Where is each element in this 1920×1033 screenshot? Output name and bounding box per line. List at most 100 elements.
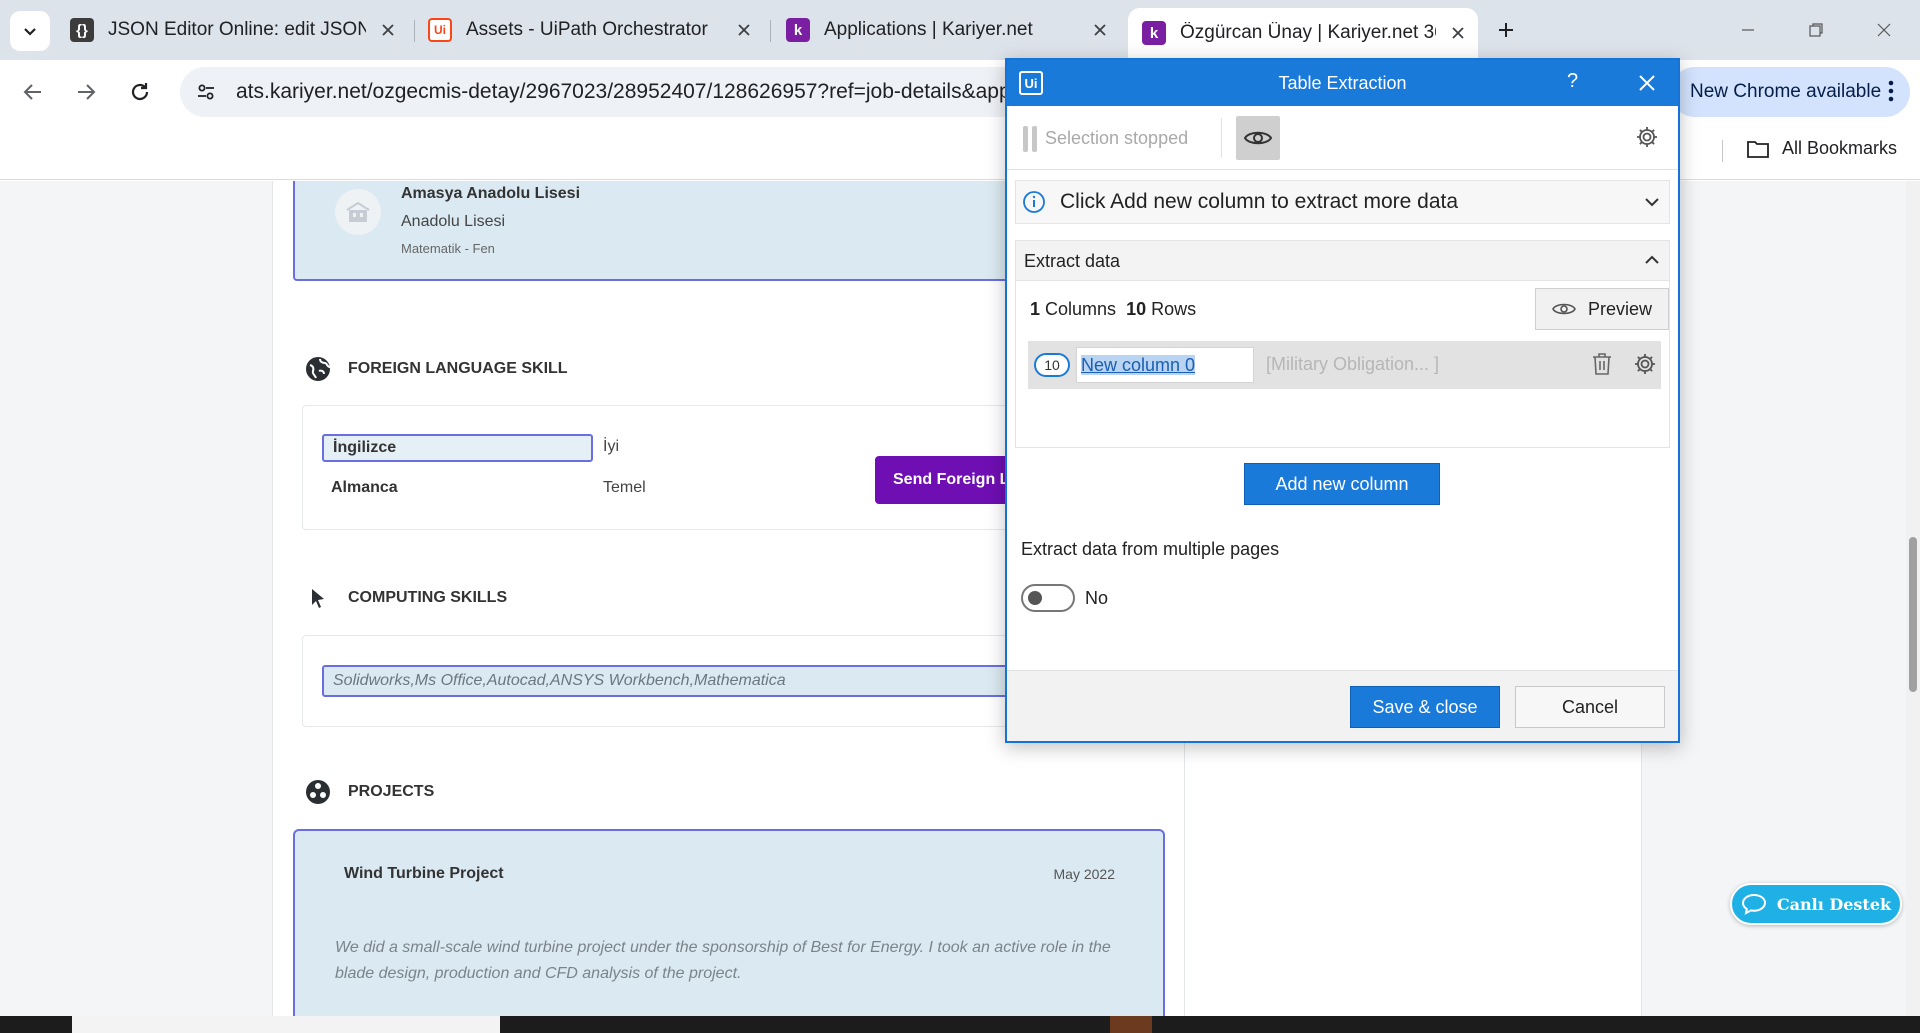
close-icon	[1639, 75, 1655, 91]
save-and-close-button[interactable]: Save & close	[1350, 686, 1500, 728]
send-language-test-button[interactable]: Send Foreign Language Test	[875, 456, 1015, 504]
column-row: 10 New column 0 [Military Obligation... …	[1028, 341, 1661, 389]
highlight-toggle-button[interactable]	[1236, 116, 1280, 160]
language-section-title: FOREIGN LANGUAGE SKILL	[348, 360, 568, 377]
table-extraction-dialog: Ui Table Extraction ? Selection stopped …	[1005, 58, 1680, 743]
all-bookmarks-button[interactable]: All Bookmarks	[1746, 138, 1897, 159]
taskbar-app-icon[interactable]	[1110, 1016, 1152, 1033]
settings-button[interactable]	[1635, 125, 1659, 154]
cancel-button[interactable]: Cancel	[1515, 686, 1665, 728]
info-icon	[1022, 190, 1046, 214]
close-icon	[1877, 23, 1891, 37]
back-button[interactable]	[15, 74, 51, 110]
plus-icon	[1499, 23, 1513, 37]
computing-section-heading: COMPUTING SKILLS	[304, 584, 507, 612]
add-new-column-button[interactable]: Add new column	[1244, 463, 1440, 505]
all-bookmarks-label: All Bookmarks	[1782, 138, 1898, 158]
columns-count: 1	[1030, 299, 1041, 319]
close-window-button[interactable]	[1862, 14, 1906, 46]
tab-label: Assets - UiPath Orchestrator	[466, 19, 708, 40]
columns-word: Columns	[1045, 299, 1117, 319]
bookmarks-divider	[1722, 140, 1723, 162]
extract-data-title: Extract data	[1024, 251, 1121, 271]
more-options-icon[interactable]	[1888, 79, 1894, 109]
tab-search-button[interactable]	[10, 11, 50, 51]
computing-skills-field[interactable]: Solidworks,Ms Office,Autocad,ANSYS Workb…	[322, 665, 1022, 697]
tab-label: Applications | Kariyer.net	[824, 19, 1033, 40]
language-name: Almanca	[331, 479, 398, 496]
toolbar-divider	[1221, 118, 1222, 158]
project-card[interactable]: Wind Turbine Project May 2022 We did a s…	[293, 829, 1165, 1016]
chat-bubble-icon	[1741, 893, 1766, 915]
dialog-footer: Save & close Cancel	[1007, 670, 1678, 741]
multiple-pages-label: Extract data from multiple pages	[1021, 539, 1280, 559]
project-date: May 2022	[1053, 866, 1115, 882]
help-button[interactable]: ?	[1567, 70, 1578, 93]
kariyer-favicon-icon: k	[786, 18, 810, 42]
windows-taskbar	[0, 1016, 1920, 1033]
tab-divider	[770, 20, 771, 42]
gear-icon	[1635, 354, 1655, 374]
extract-data-header[interactable]: Extract data	[1016, 241, 1669, 281]
dialog-title-bar: Ui Table Extraction ?	[1007, 60, 1678, 106]
page-scrollbar[interactable]	[1906, 181, 1920, 1016]
restore-icon	[1809, 23, 1823, 37]
close-dialog-button[interactable]	[1635, 71, 1659, 95]
rows-count: 10	[1126, 299, 1147, 319]
tab-label: JSON Editor Online: edit JSON,	[108, 19, 366, 40]
site-info-icon[interactable]	[194, 80, 218, 104]
column-row-count-badge: 10	[1034, 353, 1070, 377]
school-department: Matematik - Fen	[401, 241, 495, 256]
forward-button[interactable]	[68, 74, 104, 110]
minimize-window-button[interactable]	[1726, 14, 1770, 46]
reload-icon	[131, 83, 149, 101]
tab-kariyer-candidate[interactable]: k Özgürcan Ünay | Kariyer.net 360	[1128, 8, 1478, 60]
tab-label: Özgürcan Ünay | Kariyer.net 360	[1180, 22, 1436, 43]
arrow-left-icon	[23, 84, 41, 100]
preview-button[interactable]: Preview	[1535, 288, 1669, 330]
scrollbar-thumb[interactable]	[1909, 537, 1917, 692]
info-banner[interactable]: Click Add new column to extract more dat…	[1015, 180, 1670, 224]
tab-kariyer-applications[interactable]: k Applications | Kariyer.net	[786, 10, 1112, 50]
project-description: We did a small-scale wind turbine projec…	[335, 939, 1111, 982]
close-tab-icon[interactable]	[1446, 21, 1470, 45]
tab-json-editor[interactable]: {} JSON Editor Online: edit JSON,	[70, 10, 400, 50]
taskbar-search-box[interactable]	[72, 1016, 500, 1033]
info-message: Click Add new column to extract more dat…	[1060, 190, 1459, 213]
reload-button[interactable]	[122, 74, 158, 110]
language-name[interactable]: İngilizce	[322, 434, 593, 462]
pause-icon[interactable]	[1023, 126, 1037, 152]
tab-uipath-orchestrator[interactable]: Ui Assets - UiPath Orchestrator	[428, 10, 756, 50]
delete-column-button[interactable]	[1591, 352, 1613, 381]
columns-rows-count: 1 Columns 10 Rows	[1030, 299, 1196, 320]
eye-icon	[1243, 131, 1273, 145]
close-tab-icon[interactable]	[376, 18, 400, 42]
column-name-input[interactable]: New column 0	[1076, 347, 1254, 383]
tab-divider	[414, 20, 415, 42]
toggle-knob	[1028, 591, 1042, 605]
close-tab-icon[interactable]	[732, 18, 756, 42]
chevron-up-icon[interactable]	[1643, 251, 1661, 274]
folder-icon	[1747, 140, 1769, 158]
projects-icon	[304, 778, 332, 806]
column-settings-button[interactable]	[1633, 352, 1657, 381]
json-editor-favicon-icon: {}	[70, 18, 94, 42]
preview-label: Preview	[1587, 298, 1653, 319]
project-title: Wind Turbine Project	[344, 865, 504, 882]
kariyer-favicon-icon: k	[1142, 21, 1166, 45]
update-label: New Chrome available	[1690, 81, 1882, 102]
new-chrome-available-button[interactable]: New Chrome available	[1670, 67, 1910, 117]
multiple-pages-value: No	[1085, 588, 1109, 608]
chevron-down-icon[interactable]	[1643, 193, 1661, 216]
restore-window-button[interactable]	[1794, 14, 1838, 46]
trash-icon	[1593, 353, 1611, 375]
live-support-button[interactable]: Canlı Destek	[1730, 883, 1902, 925]
close-tab-icon[interactable]	[1088, 18, 1112, 42]
eye-icon	[1552, 303, 1576, 315]
selection-toolbar: Selection stopped	[1007, 106, 1678, 170]
multiple-pages-toggle[interactable]	[1021, 584, 1075, 612]
new-tab-button[interactable]	[1490, 14, 1522, 46]
minimize-icon	[1742, 29, 1754, 31]
projects-section-title: PROJECTS	[348, 783, 435, 800]
school-name: Amasya Anadolu Lisesi	[401, 185, 581, 202]
